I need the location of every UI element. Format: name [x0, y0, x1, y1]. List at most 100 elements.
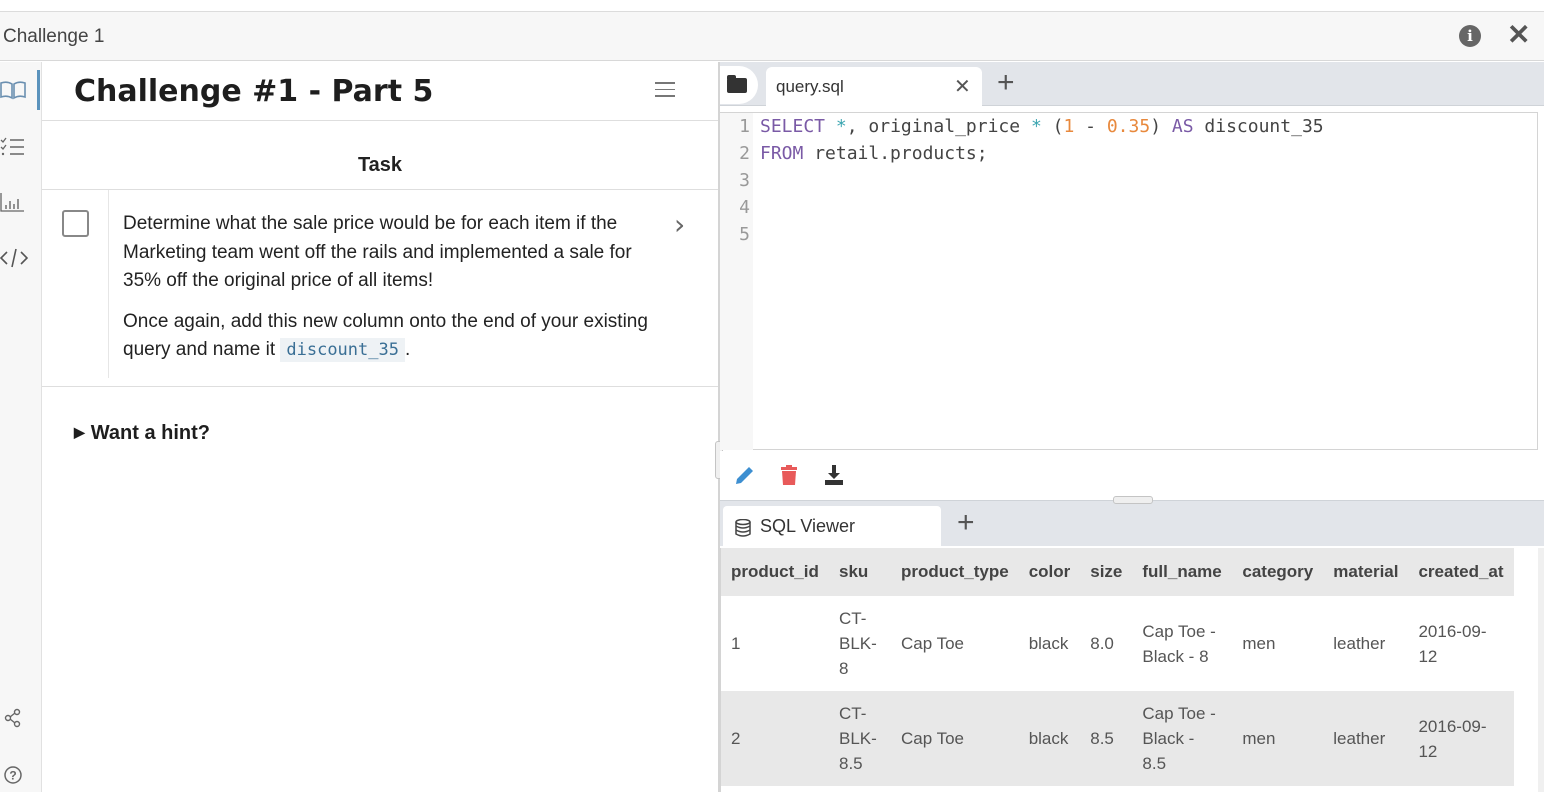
cell: CT-BLK-8.5	[829, 691, 891, 786]
column-header[interactable]: color	[1018, 548, 1081, 596]
table-row: 2 CT-BLK-8.5 Cap Toe black 8.5 Cap Toe -…	[721, 691, 1514, 786]
task-paragraph-2: Once again, add this new column onto the…	[123, 308, 653, 365]
resize-handle[interactable]	[1113, 496, 1153, 504]
sidebar-item-tasks[interactable]	[0, 127, 40, 167]
column-header[interactable]: product_type	[891, 548, 1019, 596]
cell: 2016-09-12	[1408, 691, 1514, 786]
close-tab-icon[interactable]: ✕	[954, 74, 971, 99]
code-editor[interactable]: 1 SELECT *, original_price * (1 - 0.35) A…	[720, 112, 1538, 450]
tab-query-sql[interactable]: query.sql ✕	[766, 67, 982, 107]
task-heading: Task	[42, 121, 718, 190]
book-icon	[0, 81, 26, 100]
page-title: Challenge #1 - Part 5	[74, 74, 434, 109]
info-circle-icon[interactable]: i	[1459, 25, 1481, 47]
code-line: 1 SELECT *, original_price * (1 - 0.35) A…	[720, 113, 1324, 140]
viewer-tab-bar: SQL Viewer +	[720, 500, 1544, 547]
column-header[interactable]: sku	[829, 548, 891, 596]
column-header[interactable]: product_id	[721, 548, 829, 596]
cell: black	[1018, 691, 1081, 786]
results-scrollbar[interactable]	[1538, 548, 1544, 792]
pencil-icon[interactable]	[733, 463, 757, 487]
table-row: 1 CT-BLK-8 Cap Toe black 8.0 Cap Toe - B…	[721, 596, 1514, 691]
identifier: discount_35	[1193, 116, 1324, 137]
help-icon: ?	[4, 766, 22, 784]
column-header[interactable]: category	[1232, 548, 1324, 596]
line-number: 3	[739, 170, 750, 191]
line-number: 1	[739, 116, 750, 137]
keyword: SELECT	[760, 116, 826, 137]
editor-tab-bar: query.sql ✕ +	[720, 62, 1544, 107]
keyword: AS	[1171, 116, 1194, 137]
sidebar-item-stats[interactable]	[0, 182, 40, 222]
window-titlebar: Challenge 1 i ✕	[0, 12, 1544, 61]
column-header[interactable]: material	[1323, 548, 1409, 596]
operator: *	[825, 116, 847, 137]
column-header[interactable]: created_at	[1408, 548, 1514, 596]
lesson-header: Challenge #1 - Part 5	[42, 62, 718, 121]
sidebar-item-share[interactable]	[0, 698, 40, 738]
database-icon	[735, 519, 751, 537]
checklist-icon	[0, 137, 24, 156]
column-header[interactable]: full_name	[1132, 548, 1233, 596]
lesson-panel: Challenge #1 - Part 5 Task Determine wha…	[42, 62, 718, 792]
close-icon[interactable]: ✕	[1507, 21, 1530, 49]
sidebar-item-code[interactable]	[0, 238, 40, 278]
cell: 1	[721, 596, 829, 691]
trash-icon[interactable]	[777, 463, 801, 487]
file-browser-button[interactable]	[720, 66, 758, 104]
results-table: product_id sku product_type color size f…	[721, 548, 1514, 786]
chevron-right-icon[interactable]: ›	[674, 208, 685, 241]
line-number: 4	[739, 197, 750, 218]
chart-icon	[0, 193, 24, 212]
tab-label: query.sql	[776, 77, 844, 96]
add-tab-button[interactable]: +	[997, 66, 1015, 100]
cell: 8.5	[1080, 691, 1133, 786]
number: 0.35	[1106, 116, 1151, 137]
paren: (	[1041, 116, 1064, 137]
task-checkbox[interactable]	[62, 210, 89, 237]
identifier: retail.products;	[803, 143, 988, 164]
hamburger-menu-icon[interactable]	[655, 82, 675, 98]
column-header[interactable]: size	[1080, 548, 1133, 596]
line-number: 2	[739, 143, 750, 164]
sidebar-item-help[interactable]: ?	[0, 754, 40, 794]
operator: -	[1074, 116, 1107, 137]
svg-text:?: ?	[9, 769, 16, 783]
task-paragraph-2-suffix: .	[404, 339, 411, 360]
cell: 2016-09-12	[1408, 596, 1514, 691]
table-header-row: product_id sku product_type color size f…	[721, 548, 1514, 596]
code-icon	[0, 248, 28, 268]
add-viewer-tab-button[interactable]: +	[957, 506, 975, 540]
top-strip	[0, 0, 1544, 12]
editor-toolbar	[720, 451, 1544, 499]
sidebar-item-lesson[interactable]	[0, 72, 40, 112]
paren: )	[1150, 116, 1172, 137]
window-title: Challenge 1	[3, 26, 105, 47]
triangle-right-icon: ▶	[74, 424, 85, 440]
cell: leather	[1323, 596, 1409, 691]
code-line: 4	[720, 194, 760, 221]
cell: black	[1018, 596, 1081, 691]
cell: CT-BLK-8	[829, 596, 891, 691]
code-line: 5	[720, 221, 760, 248]
results-table-container: product_id sku product_type color size f…	[720, 548, 1538, 792]
cell: Cap Toe	[891, 596, 1019, 691]
task-heading-label: Task	[357, 154, 403, 176]
line-number: 5	[739, 224, 750, 245]
cell: leather	[1323, 691, 1409, 786]
share-icon	[4, 708, 21, 728]
hint-toggle[interactable]: ▶ Want a hint?	[74, 422, 210, 445]
code-line: 2 FROM retail.products;	[720, 140, 988, 167]
task-description: Determine what the sale price would be f…	[123, 210, 653, 377]
keyword: FROM	[760, 143, 804, 164]
tab-sql-viewer[interactable]: SQL Viewer	[723, 506, 941, 547]
task-paragraph-1: Determine what the sale price would be f…	[123, 213, 632, 291]
cell: Cap Toe - Black - 8.5	[1132, 691, 1233, 786]
download-icon[interactable]	[822, 463, 846, 487]
cell: 2	[721, 691, 829, 786]
inline-code: discount_35	[280, 338, 405, 362]
cell: Cap Toe	[891, 691, 1019, 786]
sidebar: ?	[0, 62, 42, 792]
identifier: , original_price	[846, 116, 1031, 137]
code-line: 3	[720, 167, 760, 194]
